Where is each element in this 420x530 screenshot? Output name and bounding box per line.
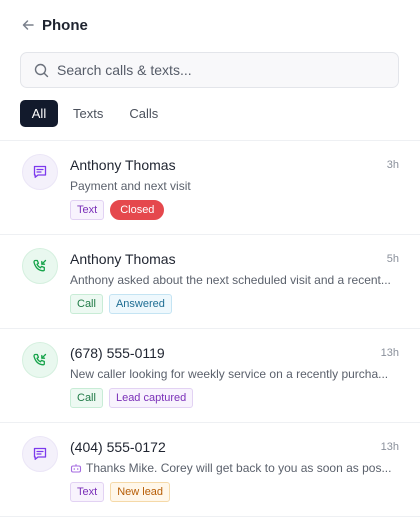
conversation-item[interactable]: (678) 555-0119 13h New caller looking fo… (0, 329, 420, 422)
search-icon (33, 62, 49, 78)
type-badge: Call (70, 294, 103, 314)
status-badge: Lead captured (108, 388, 194, 408)
type-badge: Text (70, 200, 105, 220)
call-summary: Anthony asked about the next scheduled v… (70, 273, 391, 287)
status-badge: Answered (108, 294, 172, 314)
page-title: Phone (42, 16, 88, 34)
type-badge: Text (70, 482, 105, 502)
incoming-call-icon (22, 342, 58, 378)
conversation-item[interactable]: (404) 555-0172 13h Thanks Mike. Corey wi… (0, 423, 420, 516)
filter-tabs: All Texts Calls (20, 100, 158, 127)
timestamp: 13h (380, 347, 399, 359)
bot-icon (70, 462, 83, 473)
badge-group: Text Closed (70, 200, 165, 220)
timestamp: 3h (386, 159, 399, 171)
divider (0, 516, 420, 517)
search-bar[interactable] (20, 52, 399, 88)
tab-texts[interactable]: Texts (73, 100, 103, 127)
status-badge: Closed (110, 200, 165, 220)
contact-name: Anthony Thomas (70, 251, 176, 267)
timestamp: 13h (380, 441, 399, 453)
badge-group: Call Lead captured (70, 388, 194, 408)
contact-name: Anthony Thomas (70, 157, 176, 173)
timestamp: 5h (386, 253, 399, 265)
tab-calls[interactable]: Calls (129, 100, 158, 127)
page-header: Phone (20, 16, 88, 34)
type-badge: Call (70, 388, 103, 408)
status-badge: New lead (110, 482, 171, 502)
conversation-item[interactable]: Anthony Thomas 3h Payment and next visit… (0, 141, 420, 234)
call-summary: New caller looking for weekly service on… (70, 367, 389, 381)
message-preview-text: Thanks Mike. Corey will get back to you … (86, 461, 392, 475)
message-preview: Payment and next visit (70, 179, 191, 193)
tab-all[interactable]: All (20, 100, 58, 127)
back-arrow-icon[interactable] (20, 17, 36, 33)
message-icon (22, 154, 58, 190)
badge-group: Call Answered (70, 294, 172, 314)
conversation-item[interactable]: Anthony Thomas 5h Anthony asked about th… (0, 235, 420, 328)
incoming-call-icon (22, 248, 58, 284)
message-icon (22, 436, 58, 472)
contact-name: (404) 555-0172 (70, 439, 166, 455)
search-input[interactable] (57, 62, 377, 78)
message-preview: Thanks Mike. Corey will get back to you … (70, 461, 398, 475)
contact-name: (678) 555-0119 (70, 345, 165, 361)
badge-group: Text New lead (70, 482, 171, 502)
